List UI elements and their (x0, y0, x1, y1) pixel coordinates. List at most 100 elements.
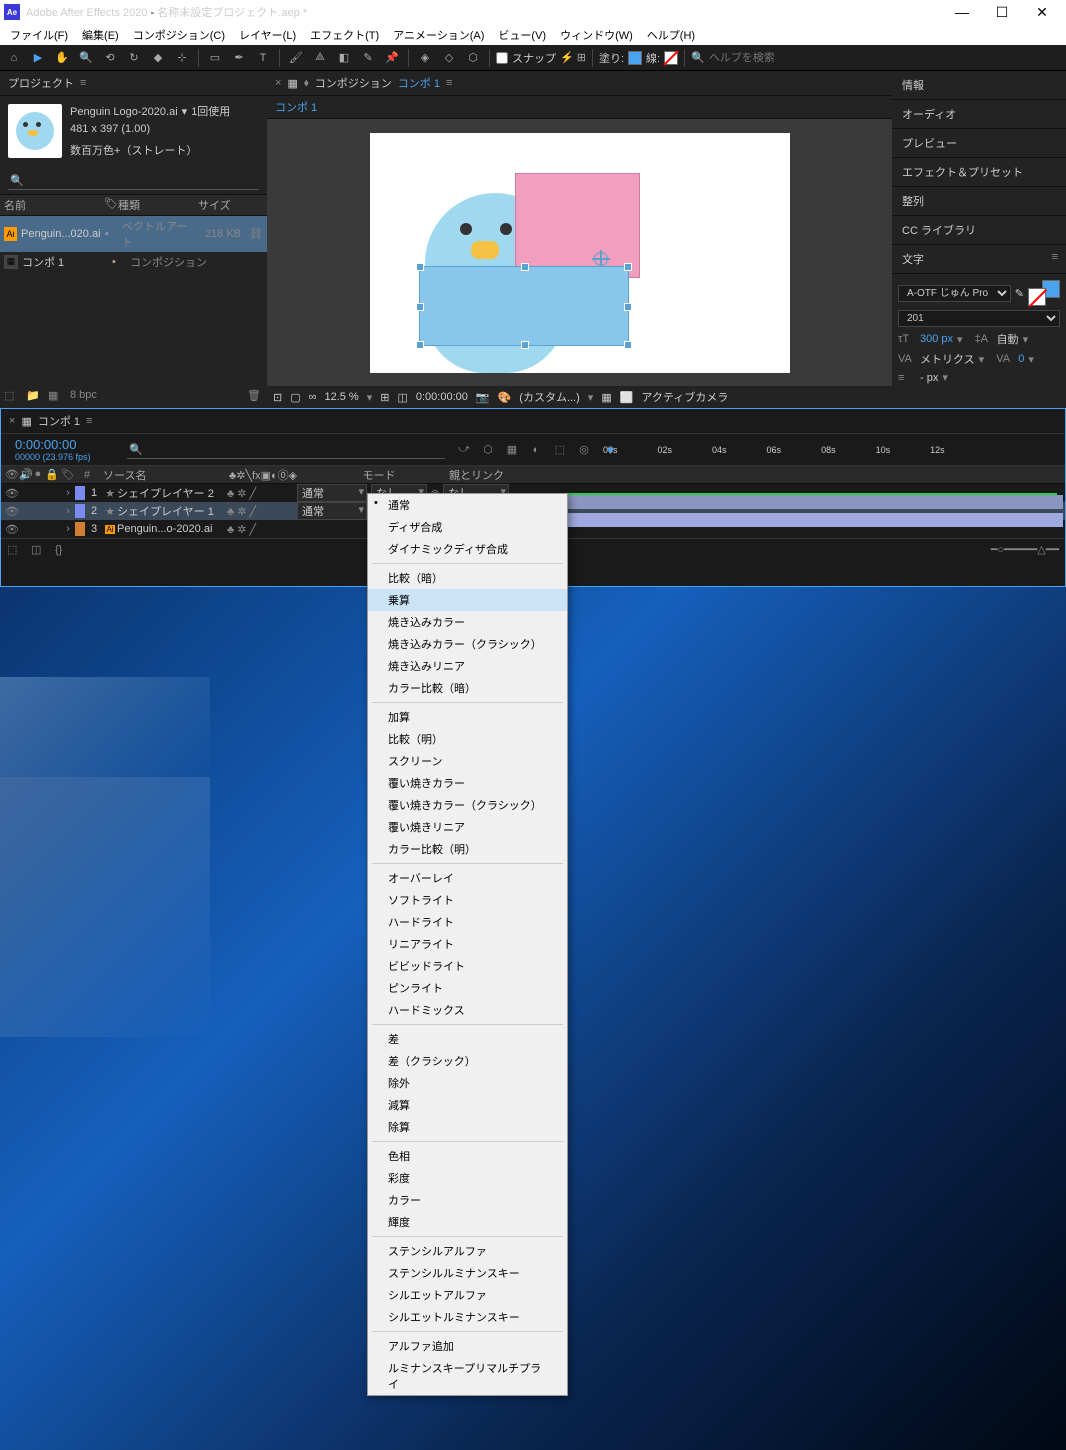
frameblend-icon[interactable]: ▦ (503, 441, 521, 459)
blend-mode-item[interactable]: ステンシルアルファ (368, 1240, 567, 1262)
toggle-brackets-icon[interactable]: {} (55, 544, 71, 556)
menu-item[interactable]: レイヤー(L) (233, 25, 302, 45)
info-panel[interactable]: 情報 (892, 71, 1066, 100)
project-item[interactable]: ▦コンポ 1▪コンポジション (0, 252, 267, 272)
snapshot-icon[interactable]: 📷 (476, 391, 490, 404)
blend-mode-item[interactable]: 減算 (368, 1094, 567, 1116)
res-icon[interactable]: ▢ (290, 391, 300, 404)
view-icon[interactable]: ▦ (601, 391, 611, 404)
graph-icon[interactable]: ⬚ (551, 441, 569, 459)
time-ruler[interactable]: ▼ 00s02s04s06s08s10s12s (599, 445, 1065, 455)
eyedropper-icon[interactable]: ✎ (1015, 287, 1024, 300)
timeline-zoom[interactable]: ━○━━━━━△━━ (991, 543, 1059, 556)
blend-mode-item[interactable]: リニアライト (368, 933, 567, 955)
stroke-control[interactable]: 線: (646, 50, 678, 66)
blend-mode-item[interactable]: 覆い焼きカラー (368, 772, 567, 794)
col-type[interactable]: 種類 (118, 197, 198, 213)
toggle-switches-icon[interactable]: ⬚ (7, 543, 23, 556)
blend-mode-item[interactable]: 色相 (368, 1145, 567, 1167)
parent-col[interactable]: 親とリンク (449, 467, 549, 483)
zoom-value[interactable]: 12.5 % (324, 391, 358, 403)
font-select[interactable]: A-OTF じゅん Pro (898, 285, 1011, 302)
pen-tool-icon[interactable]: ✒ (229, 48, 249, 68)
cclib-panel[interactable]: CC ライブラリ (892, 216, 1066, 245)
anchor-tool-icon[interactable]: ⊹ (172, 48, 192, 68)
time-value[interactable]: 0:00:00:00 (416, 391, 468, 403)
fill-control[interactable]: 塗り: (599, 50, 642, 66)
extra2-icon[interactable]: ◇ (439, 48, 459, 68)
leading-value[interactable]: 自動 (997, 331, 1019, 347)
custom-res[interactable]: (カスタム...) (519, 389, 580, 405)
project-search[interactable]: 🔍 (8, 172, 259, 190)
shape-layer-1[interactable] (419, 266, 629, 346)
col-name[interactable]: 名前 (4, 197, 104, 213)
toggle-modes-icon[interactable]: ◫ (31, 543, 47, 556)
hand-tool-icon[interactable]: ✋ (52, 48, 72, 68)
menu-item[interactable]: ウィンドウ(W) (554, 25, 639, 45)
timeline-search[interactable]: 🔍 (127, 441, 445, 459)
blend-mode-item[interactable]: 除算 (368, 1116, 567, 1138)
menu-item[interactable]: アニメーション(A) (387, 25, 490, 45)
comp-icon[interactable]: ▦ (48, 389, 64, 405)
blend-mode-menu[interactable]: 通常ディザ合成ダイナミックディザ合成比較（暗）乗算焼き込みカラー焼き込みカラー（… (367, 493, 568, 1396)
roto-tool-icon[interactable]: ✎ (358, 48, 378, 68)
mode-dropdown[interactable]: 通常 (297, 502, 367, 520)
minimize-button[interactable]: — (942, 4, 982, 20)
blend-mode-item[interactable]: ソフトライト (368, 889, 567, 911)
alpha-icon[interactable]: ∞ (309, 391, 317, 403)
mode-col[interactable]: モード (309, 467, 449, 483)
blend-mode-item[interactable]: 通常 (368, 494, 567, 516)
color-swatches[interactable] (1028, 280, 1060, 306)
weight-select[interactable]: 201 (898, 310, 1060, 327)
selection-tool-icon[interactable]: ▶ (28, 48, 48, 68)
orbit-tool-icon[interactable]: ⟲ (100, 48, 120, 68)
blend-mode-item[interactable]: ピンライト (368, 977, 567, 999)
3d-icon[interactable]: ⬜ (620, 391, 634, 404)
blend-mode-item[interactable]: ビビッドライト (368, 955, 567, 977)
camera-tool-icon[interactable]: ◆ (148, 48, 168, 68)
camera-select[interactable]: アクティブカメラ (641, 389, 728, 405)
menu-item[interactable]: ビュー(V) (492, 25, 552, 45)
menu-item[interactable]: ヘルプ(H) (641, 25, 701, 45)
blend-mode-item[interactable]: 焼き込みリニア (368, 655, 567, 677)
bpc-label[interactable]: 8 bpc (70, 389, 97, 405)
project-item[interactable]: AiPenguin...020.ai▪ベクトルアート218 KB⛓ (0, 216, 267, 252)
blend-mode-item[interactable]: 比較（明） (368, 728, 567, 750)
source-col[interactable]: ソース名 (99, 467, 229, 483)
maximize-button[interactable]: ☐ (982, 4, 1022, 21)
blend-mode-item[interactable]: カラー (368, 1189, 567, 1211)
playhead-icon[interactable]: ▼ (605, 445, 616, 457)
brush-tool-icon[interactable]: 🖌 (286, 48, 306, 68)
close-button[interactable]: ✕ (1022, 4, 1062, 21)
mode-dropdown[interactable]: 通常 (297, 484, 367, 502)
rotate-tool-icon[interactable]: ↻ (124, 48, 144, 68)
blend-mode-item[interactable]: アルファ追加 (368, 1335, 567, 1357)
trash-icon[interactable]: 🗑 (247, 389, 263, 405)
blend-mode-item[interactable]: 覆い焼きカラー（クラシック） (368, 794, 567, 816)
blend-mode-item[interactable]: ハードミックス (368, 999, 567, 1021)
tracking-value[interactable]: 0 (1018, 353, 1024, 365)
timeline-name[interactable]: コンポ 1 (38, 413, 80, 429)
asset-dropdown[interactable]: ▾ (182, 104, 188, 121)
col-tag-icon[interactable]: 🏷 (104, 197, 118, 213)
motionblur-icon[interactable]: ◐ (527, 441, 545, 459)
stroke-value[interactable]: - px (920, 372, 938, 384)
blend-mode-item[interactable]: 差（クラシック） (368, 1050, 567, 1072)
draft3d-icon[interactable]: ⬡ (479, 441, 497, 459)
blend-mode-item[interactable]: 差 (368, 1028, 567, 1050)
home-icon[interactable]: ⌂ (4, 48, 24, 68)
puppet-tool-icon[interactable]: 📌 (382, 48, 402, 68)
effects-panel[interactable]: エフェクト＆プリセット (892, 158, 1066, 187)
snap-toggle[interactable]: スナップ ⚡ ⊞ (496, 50, 586, 66)
text-tool-icon[interactable]: T (253, 48, 273, 68)
blend-mode-item[interactable]: 加算 (368, 706, 567, 728)
blend-mode-item[interactable]: カラー比較（明） (368, 838, 567, 860)
audio-panel[interactable]: オーディオ (892, 100, 1066, 129)
magnify-icon[interactable]: ⊡ (273, 391, 282, 404)
blend-mode-item[interactable]: ディザ合成 (368, 516, 567, 538)
shape-layer-2[interactable] (515, 173, 640, 278)
extra3-icon[interactable]: ⬡ (463, 48, 483, 68)
blend-mode-item[interactable]: ダイナミックディザ合成 (368, 538, 567, 560)
fontsize-value[interactable]: 300 px (920, 333, 953, 345)
menu-item[interactable]: ファイル(F) (4, 25, 74, 45)
